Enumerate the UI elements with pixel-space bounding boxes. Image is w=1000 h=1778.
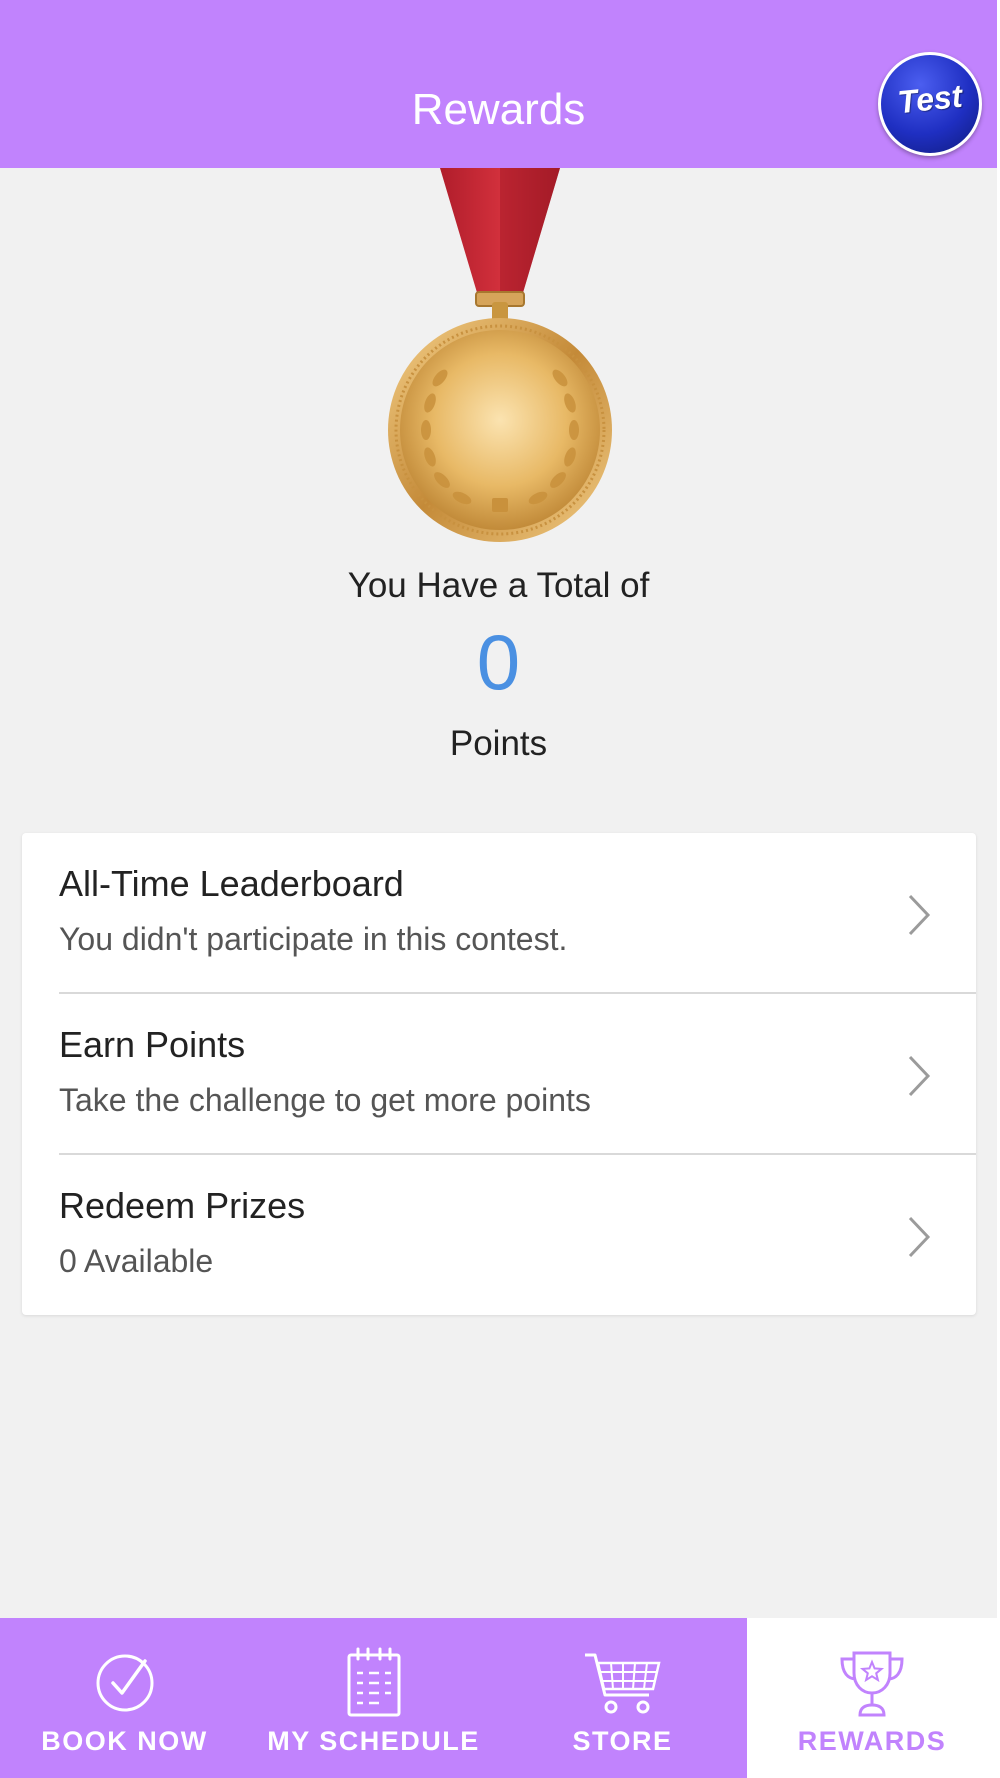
- rewards-screen: Rewards Test You Have a Total of 0 Point…: [0, 0, 1000, 1778]
- menu-item-redeem-prizes[interactable]: Redeem Prizes 0 Available: [22, 1155, 976, 1316]
- menu-item-title: All-Time Leaderboard: [59, 863, 404, 904]
- menu-item-subtitle: Take the challenge to get more points: [59, 1082, 591, 1118]
- tab-rewards[interactable]: REWARDS: [747, 1618, 997, 1778]
- avatar-label: Test: [895, 77, 964, 121]
- tab-label: BOOK NOW: [41, 1726, 208, 1756]
- menu-item-title: Earn Points: [59, 1024, 246, 1065]
- top-header: Rewards Test: [0, 0, 997, 168]
- menu-item-subtitle: You didn't participate in this contest.: [59, 921, 568, 957]
- avatar[interactable]: Test: [878, 52, 982, 156]
- bottom-tab-bar: BOOK NOW MY SCHEDULE STORE REWARDS: [0, 1618, 997, 1778]
- tab-label: REWARDS: [797, 1726, 947, 1756]
- check-circle-icon: [96, 1654, 153, 1712]
- trophy-icon: [840, 1651, 904, 1717]
- menu-item-earn-points[interactable]: Earn Points Take the challenge to get mo…: [22, 994, 976, 1155]
- page-title: Rewards: [411, 85, 586, 134]
- app-viewport: Rewards Test You Have a Total of 0 Point…: [0, 0, 997, 1778]
- calendar-icon: [347, 1647, 400, 1717]
- tab-label: MY SCHEDULE: [267, 1726, 480, 1756]
- points-value: 0: [476, 618, 521, 706]
- tab-my-schedule[interactable]: MY SCHEDULE: [249, 1618, 498, 1778]
- menu-item-title: Redeem Prizes: [59, 1185, 306, 1226]
- rewards-menu-card: All-Time Leaderboard You didn't particip…: [22, 833, 976, 1315]
- tab-store[interactable]: STORE: [498, 1618, 747, 1778]
- cart-icon: [584, 1653, 661, 1714]
- tab-book-now[interactable]: BOOK NOW: [0, 1618, 249, 1778]
- points-unit-label: Points: [449, 724, 548, 763]
- tab-label: STORE: [572, 1726, 673, 1756]
- points-total-label: You Have a Total of: [347, 566, 650, 605]
- chevron-right-icon: [908, 1216, 931, 1258]
- menu-item-subtitle: 0 Available: [59, 1243, 214, 1279]
- chevron-right-icon: [908, 894, 931, 936]
- avatar-image: Test: [881, 55, 979, 153]
- medal-icon: [388, 168, 612, 542]
- menu-item-leaderboard[interactable]: All-Time Leaderboard You didn't particip…: [22, 833, 976, 994]
- chevron-right-icon: [908, 1055, 931, 1097]
